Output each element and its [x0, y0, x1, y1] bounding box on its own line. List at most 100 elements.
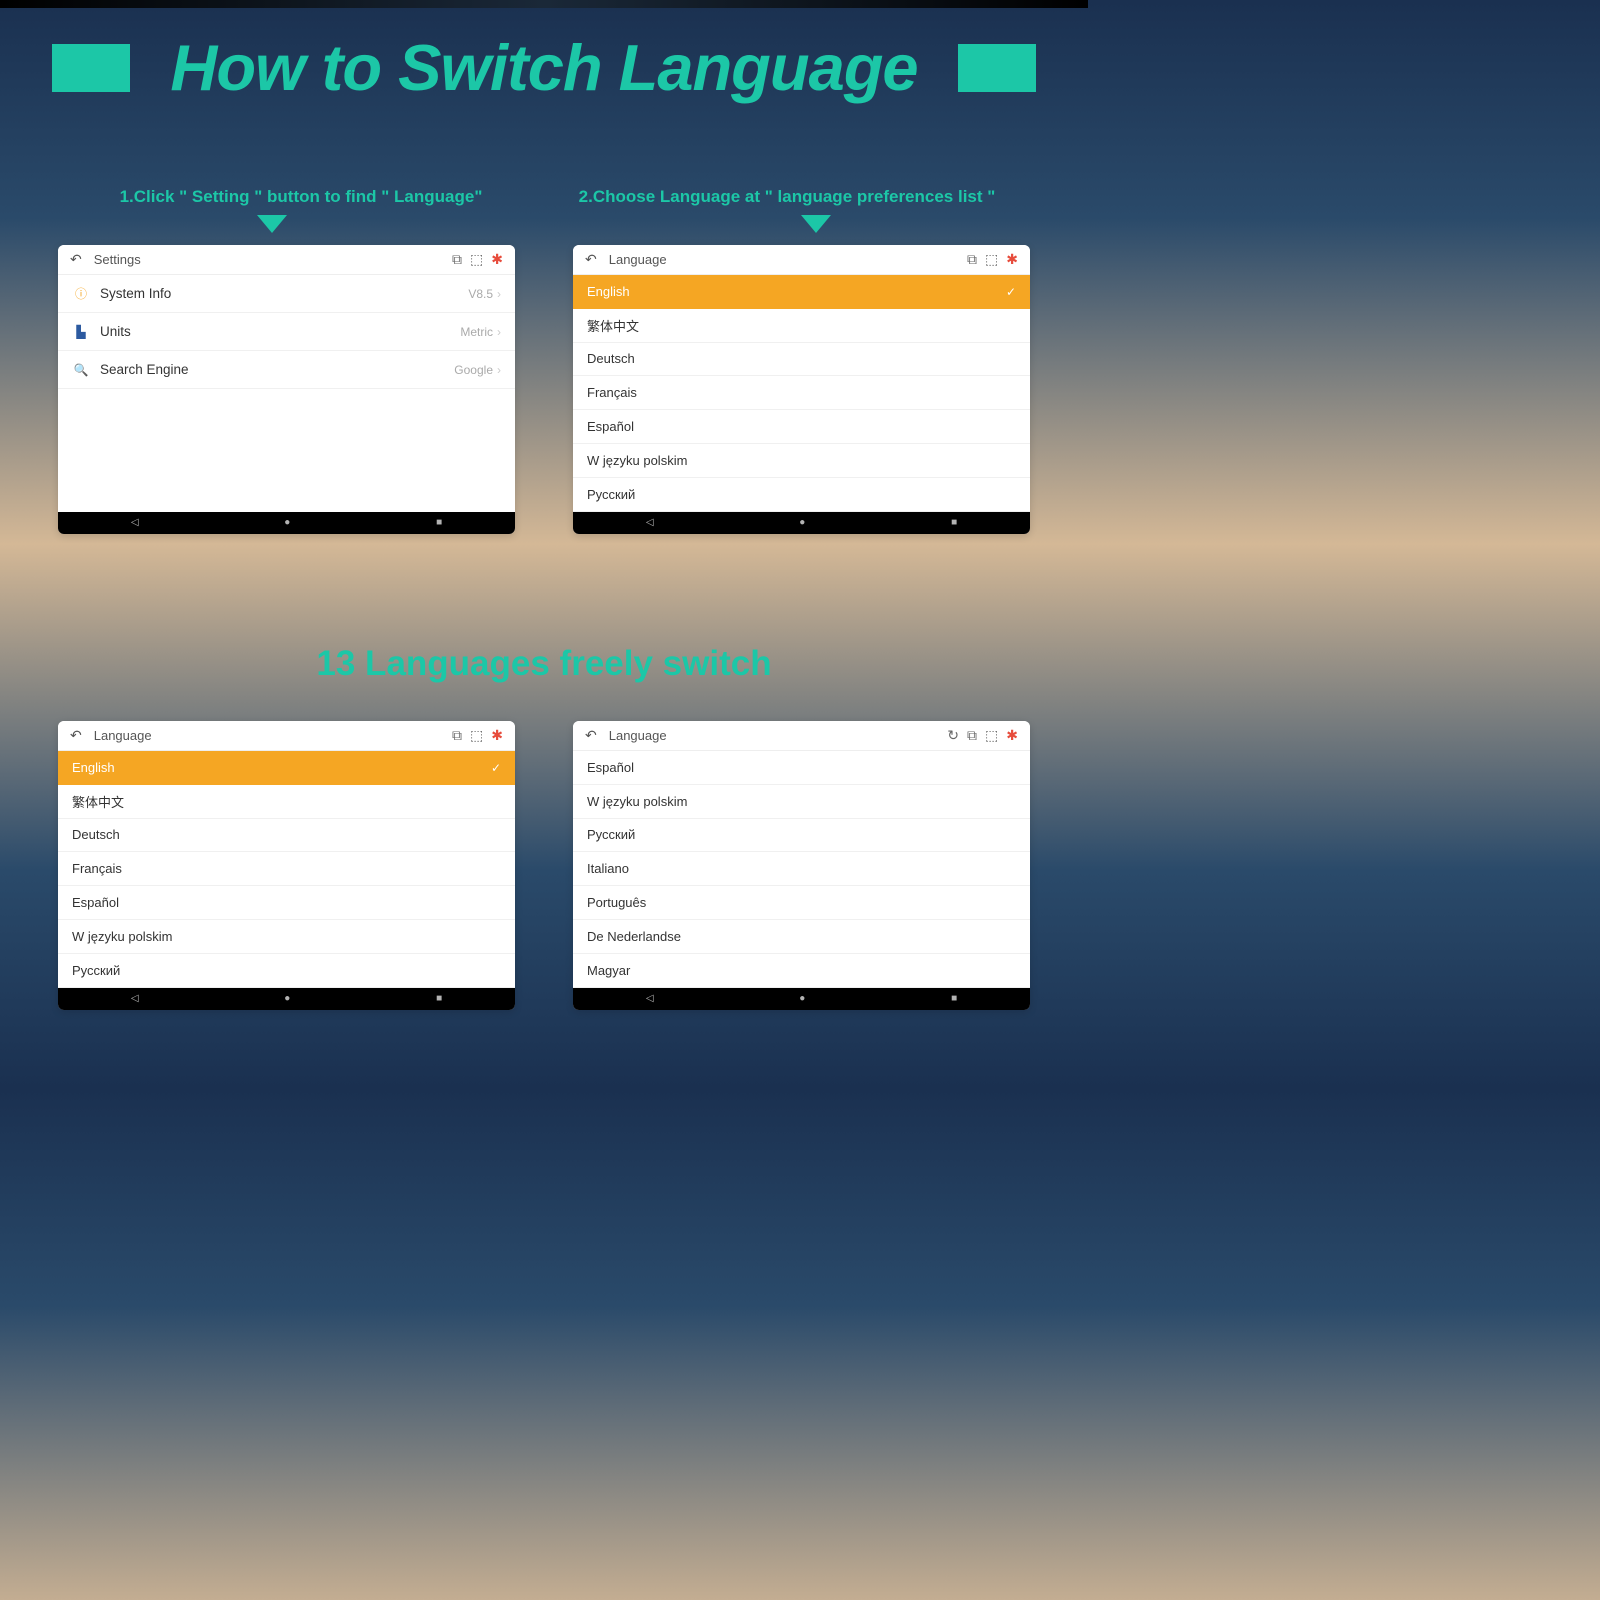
header-icons: ⧉ ⬚ ✱ [452, 251, 503, 268]
panel-header: ↶ Language ⧉ ⬚ ✱ [58, 721, 515, 751]
bluetooth-icon[interactable]: ✱ [1006, 251, 1018, 268]
camera-icon[interactable]: ⧉ [967, 727, 977, 744]
language-label: W języku polskim [587, 453, 1016, 468]
language-label: 繁体中文 [72, 792, 501, 811]
header-icons: ⧉ ⬚ ✱ [967, 251, 1018, 268]
image-icon[interactable]: ⬚ [470, 251, 483, 268]
nav-recent-icon[interactable]: ■ [436, 517, 442, 528]
row-value: Metric [460, 325, 493, 339]
settings-row[interactable]: ▙UnitsMetric› [58, 313, 515, 351]
language-row[interactable]: Magyar [573, 954, 1030, 988]
language-row[interactable]: De Nederlandse [573, 920, 1030, 954]
nav-back-icon[interactable]: ◁ [131, 517, 139, 528]
header-icons: ↻ ⧉ ⬚ ✱ [947, 727, 1018, 744]
language-row[interactable]: Español [573, 751, 1030, 785]
language-panel-3: ↶ Language ↻ ⧉ ⬚ ✱ EspañolW języku polsk… [573, 721, 1030, 1010]
android-nav[interactable]: ◁ ● ■ [58, 512, 515, 534]
language-label: De Nederlandse [587, 929, 1016, 944]
language-panel-2: ↶ Language ⧉ ⬚ ✱ English✓ 繁体中文 Deutsch Fran… [58, 721, 515, 1010]
language-row[interactable]: W języku polskim [573, 785, 1030, 819]
language-label: Русский [72, 963, 501, 978]
bluetooth-icon[interactable]: ✱ [1006, 727, 1018, 744]
row-value: V8.5 [468, 287, 493, 301]
language-label: Magyar [587, 963, 1016, 978]
nav-home-icon[interactable]: ● [284, 993, 290, 1004]
android-nav[interactable]: ◁ ● ■ [58, 988, 515, 1010]
language-label: Italiano [587, 861, 1016, 876]
language-label: Español [587, 419, 1016, 434]
bluetooth-icon[interactable]: ✱ [491, 727, 503, 744]
step-2-label: 2.Choose Language at " language preferen… [544, 187, 1030, 207]
language-label: Français [587, 385, 1016, 400]
refresh-icon[interactable]: ↻ [947, 727, 959, 744]
back-icon[interactable]: ↶ [585, 727, 597, 744]
arrow-down-icon [801, 215, 831, 233]
nav-recent-icon[interactable]: ■ [951, 993, 957, 1004]
camera-icon[interactable]: ⧉ [967, 251, 977, 268]
bluetooth-icon[interactable]: ✱ [491, 251, 503, 268]
language-row[interactable]: W języku polskim [58, 920, 515, 954]
language-label: English [587, 284, 1006, 299]
back-icon[interactable]: ↶ [70, 727, 82, 744]
nav-home-icon[interactable]: ● [284, 517, 290, 528]
language-row[interactable]: Русский [573, 478, 1030, 512]
language-row[interactable]: 繁体中文 [58, 785, 515, 819]
settings-row[interactable]: 🔍Search EngineGoogle› [58, 351, 515, 389]
settings-row[interactable]: ⓘSystem InfoV8.5› [58, 275, 515, 313]
language-body: Español W języku polskim Русский Italiano Po… [573, 751, 1030, 988]
language-label: Español [72, 895, 501, 910]
language-row[interactable]: Deutsch [58, 819, 515, 853]
nav-back-icon[interactable]: ◁ [131, 993, 139, 1004]
language-label: Deutsch [587, 351, 1016, 366]
language-label: W języku polskim [587, 794, 1016, 809]
back-icon[interactable]: ↶ [70, 251, 82, 268]
nav-recent-icon[interactable]: ■ [436, 993, 442, 1004]
language-label: Deutsch [72, 827, 501, 842]
row-label: Units [100, 324, 460, 339]
android-nav[interactable]: ◁ ● ■ [573, 512, 1030, 534]
language-row[interactable]: Deutsch [573, 343, 1030, 377]
row-label: System Info [100, 286, 468, 301]
language-row[interactable]: Português [573, 886, 1030, 920]
android-nav[interactable]: ◁ ● ■ [573, 988, 1030, 1010]
language-row[interactable]: Français [58, 852, 515, 886]
language-row[interactable]: Español [58, 886, 515, 920]
panel-header: ↶ Settings ⧉ ⬚ ✱ [58, 245, 515, 275]
page-title: How to Switch Language [170, 30, 917, 105]
chevron-right-icon: › [497, 325, 501, 339]
language-row-selected[interactable]: English✓ [573, 275, 1030, 309]
step-1-label: 1.Click " Setting " button to find " Lan… [58, 187, 544, 207]
language-row[interactable]: Русский [573, 819, 1030, 853]
language-row[interactable]: Italiano [573, 852, 1030, 886]
language-row[interactable]: W języku polskim [573, 444, 1030, 478]
image-icon[interactable]: ⬚ [470, 727, 483, 744]
title-bar-left [52, 44, 130, 92]
header-title: Language [609, 252, 967, 267]
camera-icon[interactable]: ⧉ [452, 727, 462, 744]
back-icon[interactable]: ↶ [585, 251, 597, 268]
language-row[interactable]: 繁体中文 [573, 309, 1030, 343]
nav-back-icon[interactable]: ◁ [646, 993, 654, 1004]
nav-recent-icon[interactable]: ■ [951, 517, 957, 528]
language-row[interactable]: Español [573, 410, 1030, 444]
panel-header: ↶ Language ⧉ ⬚ ✱ [573, 245, 1030, 275]
language-row-selected[interactable]: English✓ [58, 751, 515, 785]
image-icon[interactable]: ⬚ [985, 251, 998, 268]
language-row[interactable]: Русский [58, 954, 515, 988]
step-labels-row: 1.Click " Setting " button to find " Lan… [0, 187, 1088, 207]
header-title: Settings [94, 252, 452, 267]
language-label: W języku polskim [72, 929, 501, 944]
image-icon[interactable]: ⬚ [985, 727, 998, 744]
camera-icon[interactable]: ⧉ [452, 251, 462, 268]
header-title: Language [94, 728, 452, 743]
nav-home-icon[interactable]: ● [799, 993, 805, 1004]
nav-back-icon[interactable]: ◁ [646, 517, 654, 528]
chevron-right-icon: › [497, 363, 501, 377]
nav-home-icon[interactable]: ● [799, 517, 805, 528]
language-body: English✓ 繁体中文 Deutsch Français Español W języ… [58, 751, 515, 988]
header-icons: ⧉ ⬚ ✱ [452, 727, 503, 744]
row-icon: 🔍 [72, 361, 90, 379]
language-row[interactable]: Français [573, 376, 1030, 410]
language-label: Русский [587, 827, 1016, 842]
language-label: Español [587, 760, 1016, 775]
